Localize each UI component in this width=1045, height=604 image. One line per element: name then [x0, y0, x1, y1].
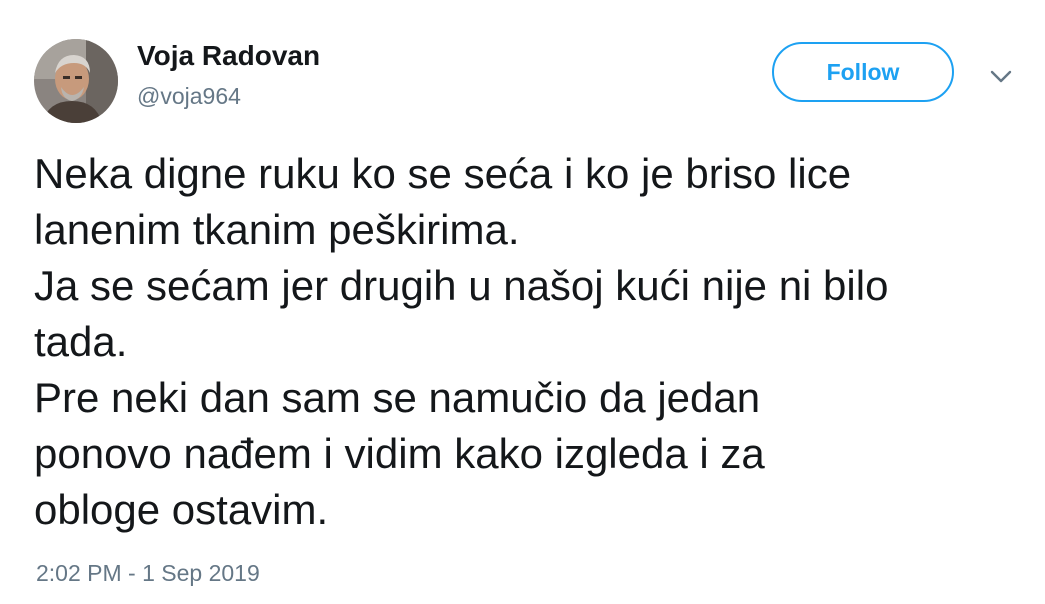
tweet-text: Neka digne ruku ko se seća i ko je briso… [34, 146, 1024, 538]
tweet-text-line: ponovo nađem i vidim kako izgleda i za [34, 430, 765, 477]
tweet-text-line: tada. [34, 318, 128, 365]
avatar[interactable] [34, 39, 118, 123]
follow-button[interactable]: Follow [772, 42, 954, 102]
tweet-text-line: Ja se sećam jer drugih u našoj kući nije… [34, 262, 889, 309]
tweet-text-line: Pre neki dan sam se namučio da jedan [34, 374, 761, 421]
tweet-text-line: Neka digne ruku ko se seća i ko je briso… [34, 150, 852, 197]
avatar-image [34, 39, 118, 123]
tweet-text-line: obloge ostavim. [34, 486, 329, 533]
tweet-card: Voja Radovan @voja964 Follow Neka digne … [0, 0, 1045, 604]
author-name[interactable]: Voja Radovan [137, 40, 320, 72]
chevron-down-icon [990, 70, 1012, 83]
author-handle[interactable]: @voja964 [137, 83, 241, 110]
tweet-timestamp[interactable]: 2:02 PM - 1 Sep 2019 [36, 560, 260, 587]
more-options-button[interactable] [984, 62, 1018, 92]
tweet-text-line: lanenim tkanim peškirima. [34, 206, 520, 253]
